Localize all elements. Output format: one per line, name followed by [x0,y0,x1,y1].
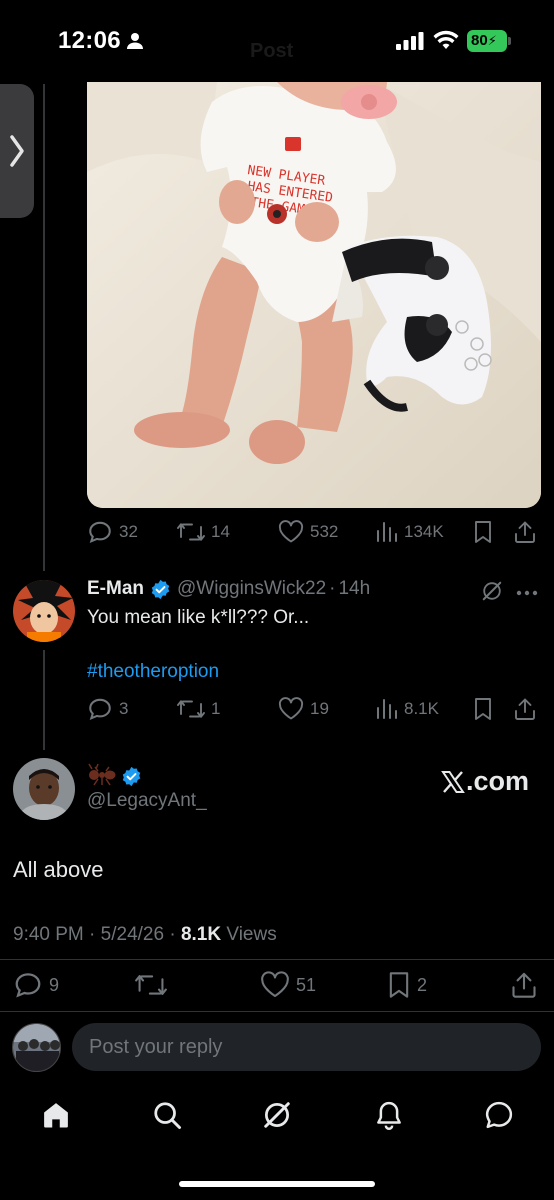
views-icon [377,522,397,542]
share-icon [515,698,535,720]
reply-count: 3 [119,699,129,718]
like-icon [261,971,289,997]
bookmark-button[interactable] [473,695,493,723]
reply-icon [15,973,41,998]
like-button[interactable]: 532 [278,518,338,546]
reply-time[interactable]: 14h [338,578,370,600]
like-icon [278,697,304,720]
views-button[interactable]: 8.1K [376,695,439,723]
wifi-icon [433,30,459,49]
bookmark-icon [475,698,491,720]
more-icon[interactable] [516,590,538,596]
bookmark-count: 2 [417,974,428,995]
repost-count: 1 [211,699,221,718]
main-author-handle[interactable]: @LegacyAnt_ [87,790,207,812]
reply-count: 32 [119,522,138,541]
person-icon [127,33,143,49]
share-icon [515,521,535,543]
grok-icon[interactable] [481,580,503,602]
like-button[interactable]: 51 [260,968,316,1002]
reply-button[interactable]: 9 [13,968,59,1002]
like-count: 19 [310,699,329,718]
reply-actions: 3 1 19 8.1K [87,695,539,723]
repost-button[interactable]: 14 [177,518,230,546]
eman-avatar[interactable] [13,580,75,642]
share-button[interactable] [513,695,537,723]
verified-icon [122,766,141,787]
views-button[interactable]: 134K [376,518,444,546]
like-count: 532 [310,522,339,541]
x-com-watermark: .com [441,766,529,797]
current-user-avatar[interactable] [12,1023,61,1072]
reply-text: You mean like k*ll??? Or... [87,607,310,628]
battery-cap [508,37,511,45]
verified-icon [151,579,170,599]
grok-icon[interactable] [262,1100,292,1130]
share-button[interactable] [513,518,537,546]
bottom-nav [0,1090,554,1146]
home-icon[interactable] [41,1100,71,1130]
main-post-text: All above [13,857,104,882]
bookmark-button[interactable]: 2 [387,968,427,1002]
share-icon [512,972,536,998]
thread-line-bottom [43,650,45,750]
reply-author-handle[interactable]: @WigginsWick22 [177,578,326,600]
repost-icon [135,975,167,995]
like-icon [278,520,304,543]
post-views-label: Views [226,924,277,945]
bookmark-button[interactable] [473,518,493,546]
repost-count: 14 [211,522,230,541]
repost-icon [177,523,205,541]
post-date[interactable]: 5/24/26 [101,924,164,945]
signal-icon [396,32,424,50]
baby-controller-illustration: NEW PLAYER HAS ENTERED THE GAME [87,82,541,508]
x-logo-icon [441,770,465,793]
post-image[interactable]: NEW PLAYER HAS ENTERED THE GAME [87,82,541,508]
status-time: 12:06 [58,27,121,54]
reply-button[interactable]: 3 [87,695,128,723]
reply-hashtag-link[interactable]: #theotheroption [87,661,219,683]
status-bar: Post 12:06 80⚡ [0,0,554,82]
home-indicator[interactable] [179,1181,375,1187]
ant-emoji-icon [88,763,116,786]
battery-level: 80 [471,32,488,49]
faded-page-title: Post [250,40,294,62]
like-count: 51 [296,974,317,995]
reply-icon [89,521,111,543]
side-drawer-tab[interactable] [0,84,34,218]
main-post-meta: 9:40 PM · 5/24/26 · 8.1K Views [13,924,277,945]
reply-separator: · [329,578,336,599]
notifications-icon[interactable] [374,1100,404,1130]
views-count: 134K [404,522,444,541]
media-post-actions: 32 14 532 134K [87,518,539,546]
bookmark-icon [475,521,491,543]
reply-author-name[interactable]: E-Man [87,578,144,600]
views-icon [377,699,397,719]
post-views-count: 8.1K [180,924,222,945]
repost-button[interactable]: 1 [177,695,220,723]
search-icon[interactable] [152,1100,182,1130]
reply-author-line: E-Man @WigginsWick22 · 14h [87,578,370,600]
bookmark-icon [389,972,409,998]
battery-indicator: 80⚡ [467,30,507,52]
reply-input[interactable] [72,1023,541,1071]
like-button[interactable]: 19 [278,695,329,723]
messages-icon[interactable] [484,1100,514,1130]
post-time[interactable]: 9:40 PM [13,924,84,945]
watermark-text: .com [466,766,530,796]
legacyant-avatar[interactable] [13,758,75,820]
repost-button[interactable] [135,968,167,1002]
divider-top [0,959,554,960]
main-post-actions: 9 51 2 [0,968,554,1002]
reply-icon [89,698,111,720]
views-count: 8.1K [404,699,439,718]
divider-bottom [0,1011,554,1012]
thread-line-top [43,84,45,571]
reply-button[interactable]: 32 [87,518,138,546]
repost-icon [177,700,205,718]
chevron-right-icon [10,135,24,167]
reply-count: 9 [49,974,60,995]
share-button[interactable] [510,968,538,1002]
